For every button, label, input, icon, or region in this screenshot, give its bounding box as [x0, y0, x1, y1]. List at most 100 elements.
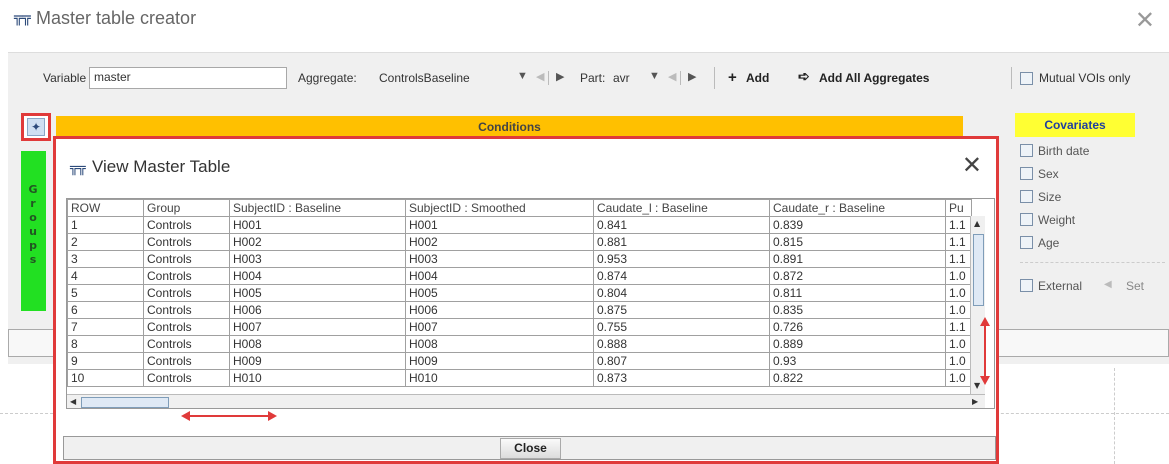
table-cell[interactable]: Controls	[143, 369, 230, 387]
table-cell[interactable]: 1.0	[945, 267, 972, 285]
conditions-header[interactable]: Conditions	[56, 116, 963, 138]
table-cell[interactable]: 0.839	[769, 216, 946, 234]
table-cell[interactable]: H004	[229, 267, 406, 285]
table-cell[interactable]: H006	[229, 301, 406, 319]
table-cell[interactable]: 9	[67, 352, 144, 370]
table-cell[interactable]: 1	[67, 216, 144, 234]
table-cell[interactable]: H004	[405, 267, 594, 285]
table-cell[interactable]: 0.953	[593, 250, 770, 268]
table-cell[interactable]: Controls	[143, 318, 230, 336]
table-cell[interactable]: 8	[67, 335, 144, 353]
table-cell[interactable]: Controls	[143, 335, 230, 353]
table-cell[interactable]: Controls	[143, 216, 230, 234]
groups-toggle-button[interactable]: ✦	[21, 113, 51, 141]
column-header[interactable]: SubjectID : Smoothed	[405, 199, 594, 217]
table-cell[interactable]: 0.841	[593, 216, 770, 234]
scroll-left-icon[interactable]: ◀	[70, 397, 76, 406]
table-cell[interactable]: 0.804	[593, 284, 770, 302]
table-row[interactable]: 3 Controls H003 H003 0.953 0.891 1.1	[67, 250, 972, 268]
column-header[interactable]: SubjectID : Baseline	[229, 199, 406, 217]
table-cell[interactable]: 1.1	[945, 233, 972, 251]
table-cell[interactable]: 1.0	[945, 284, 972, 302]
table-cell[interactable]: 1.1	[945, 318, 972, 336]
add-all-aggregates-button[interactable]: Add All Aggregates	[819, 71, 929, 85]
checkbox[interactable]	[1020, 213, 1033, 226]
table-cell[interactable]: H007	[405, 318, 594, 336]
table-cell[interactable]: 0.726	[769, 318, 946, 336]
table-cell[interactable]: 1.1	[945, 216, 972, 234]
scroll-thumb[interactable]	[973, 234, 984, 306]
table-cell[interactable]: H002	[229, 233, 406, 251]
table-cell[interactable]: H001	[405, 216, 594, 234]
table-cell[interactable]: H010	[229, 369, 406, 387]
table-cell[interactable]: H003	[405, 250, 594, 268]
table-cell[interactable]: 0.755	[593, 318, 770, 336]
part-next-icon[interactable]: ▶	[688, 70, 696, 83]
table-cell[interactable]: Controls	[143, 284, 230, 302]
table-row[interactable]: 2 Controls H002 H002 0.881 0.815 1.1	[67, 233, 972, 251]
groups-bar[interactable]: G r o u p s	[21, 151, 46, 311]
table-cell[interactable]: 0.874	[593, 267, 770, 285]
close-icon[interactable]: ✕	[962, 151, 982, 179]
close-button[interactable]: Close	[500, 438, 561, 459]
aggregate-dropdown-icon[interactable]: ▼	[517, 70, 528, 82]
table-cell[interactable]: 10	[67, 369, 144, 387]
table-cell[interactable]: 0.873	[593, 369, 770, 387]
table-cell[interactable]: 6	[67, 301, 144, 319]
scroll-right-icon[interactable]: ▶	[972, 397, 978, 406]
table-cell[interactable]: 0.889	[769, 335, 946, 353]
table-cell[interactable]: H005	[405, 284, 594, 302]
horizontal-scrollbar[interactable]: ◀ ▶	[67, 394, 985, 408]
variable-input[interactable]: master	[89, 67, 287, 89]
table-cell[interactable]: H001	[229, 216, 406, 234]
covariate-sex[interactable]: Sex	[1020, 167, 1059, 183]
checkbox[interactable]	[1020, 167, 1033, 180]
table-row[interactable]: 4 Controls H004 H004 0.874 0.872 1.0	[67, 267, 972, 285]
table-row[interactable]: 10 Controls H010 H010 0.873 0.822 1.0	[67, 369, 972, 387]
table-row[interactable]: 1 Controls H001 H001 0.841 0.839 1.1	[67, 216, 972, 234]
mutual-vois-checkbox[interactable]	[1020, 72, 1033, 85]
aggregate-select[interactable]: ControlsBaseline	[379, 71, 470, 85]
table-cell[interactable]: H005	[229, 284, 406, 302]
table-cell[interactable]: H009	[405, 352, 594, 370]
column-header[interactable]: Pu	[945, 199, 972, 217]
column-header[interactable]: ROW	[67, 199, 144, 217]
table-cell[interactable]: 0.807	[593, 352, 770, 370]
table-cell[interactable]: 0.875	[593, 301, 770, 319]
table-cell[interactable]: 4	[67, 267, 144, 285]
table-cell[interactable]: 1.0	[945, 335, 972, 353]
table-cell[interactable]: Controls	[143, 267, 230, 285]
set-button[interactable]: Set	[1126, 279, 1144, 295]
column-header[interactable]: Caudate_r : Baseline	[769, 199, 946, 217]
table-cell[interactable]: 0.93	[769, 352, 946, 370]
covariate-age[interactable]: Age	[1020, 236, 1059, 252]
table-cell[interactable]: H009	[229, 352, 406, 370]
table-cell[interactable]: 0.835	[769, 301, 946, 319]
table-row[interactable]: 9 Controls H009 H009 0.807 0.93 1.0	[67, 352, 972, 370]
table-cell[interactable]: 1.0	[945, 301, 972, 319]
table-row[interactable]: 8 Controls H008 H008 0.888 0.889 1.0	[67, 335, 972, 353]
table-row[interactable]: 5 Controls H005 H005 0.804 0.811 1.0	[67, 284, 972, 302]
table-cell[interactable]: H006	[405, 301, 594, 319]
close-icon[interactable]: ✕	[1135, 6, 1155, 34]
checkbox[interactable]	[1020, 144, 1033, 157]
checkbox[interactable]	[1020, 279, 1033, 292]
table-cell[interactable]: 0.822	[769, 369, 946, 387]
part-select[interactable]: avr	[613, 71, 630, 85]
add-button[interactable]: Add	[746, 71, 769, 85]
scroll-thumb[interactable]	[81, 397, 169, 408]
covariate-birth-date[interactable]: Birth date	[1020, 144, 1089, 160]
table-cell[interactable]: H007	[229, 318, 406, 336]
checkbox[interactable]	[1020, 190, 1033, 203]
external-checkbox-row[interactable]: External	[1020, 279, 1082, 295]
table-cell[interactable]: 0.891	[769, 250, 946, 268]
table-cell[interactable]: H008	[405, 335, 594, 353]
table-row[interactable]: 7 Controls H007 H007 0.755 0.726 1.1	[67, 318, 972, 336]
table-cell[interactable]: 5	[67, 284, 144, 302]
aggregate-next-icon[interactable]: ▶	[556, 70, 564, 83]
table-cell[interactable]: 3	[67, 250, 144, 268]
table-cell[interactable]: 0.888	[593, 335, 770, 353]
table-cell[interactable]: Controls	[143, 233, 230, 251]
table-cell[interactable]: 1.0	[945, 352, 972, 370]
covariate-size[interactable]: Size	[1020, 190, 1061, 206]
